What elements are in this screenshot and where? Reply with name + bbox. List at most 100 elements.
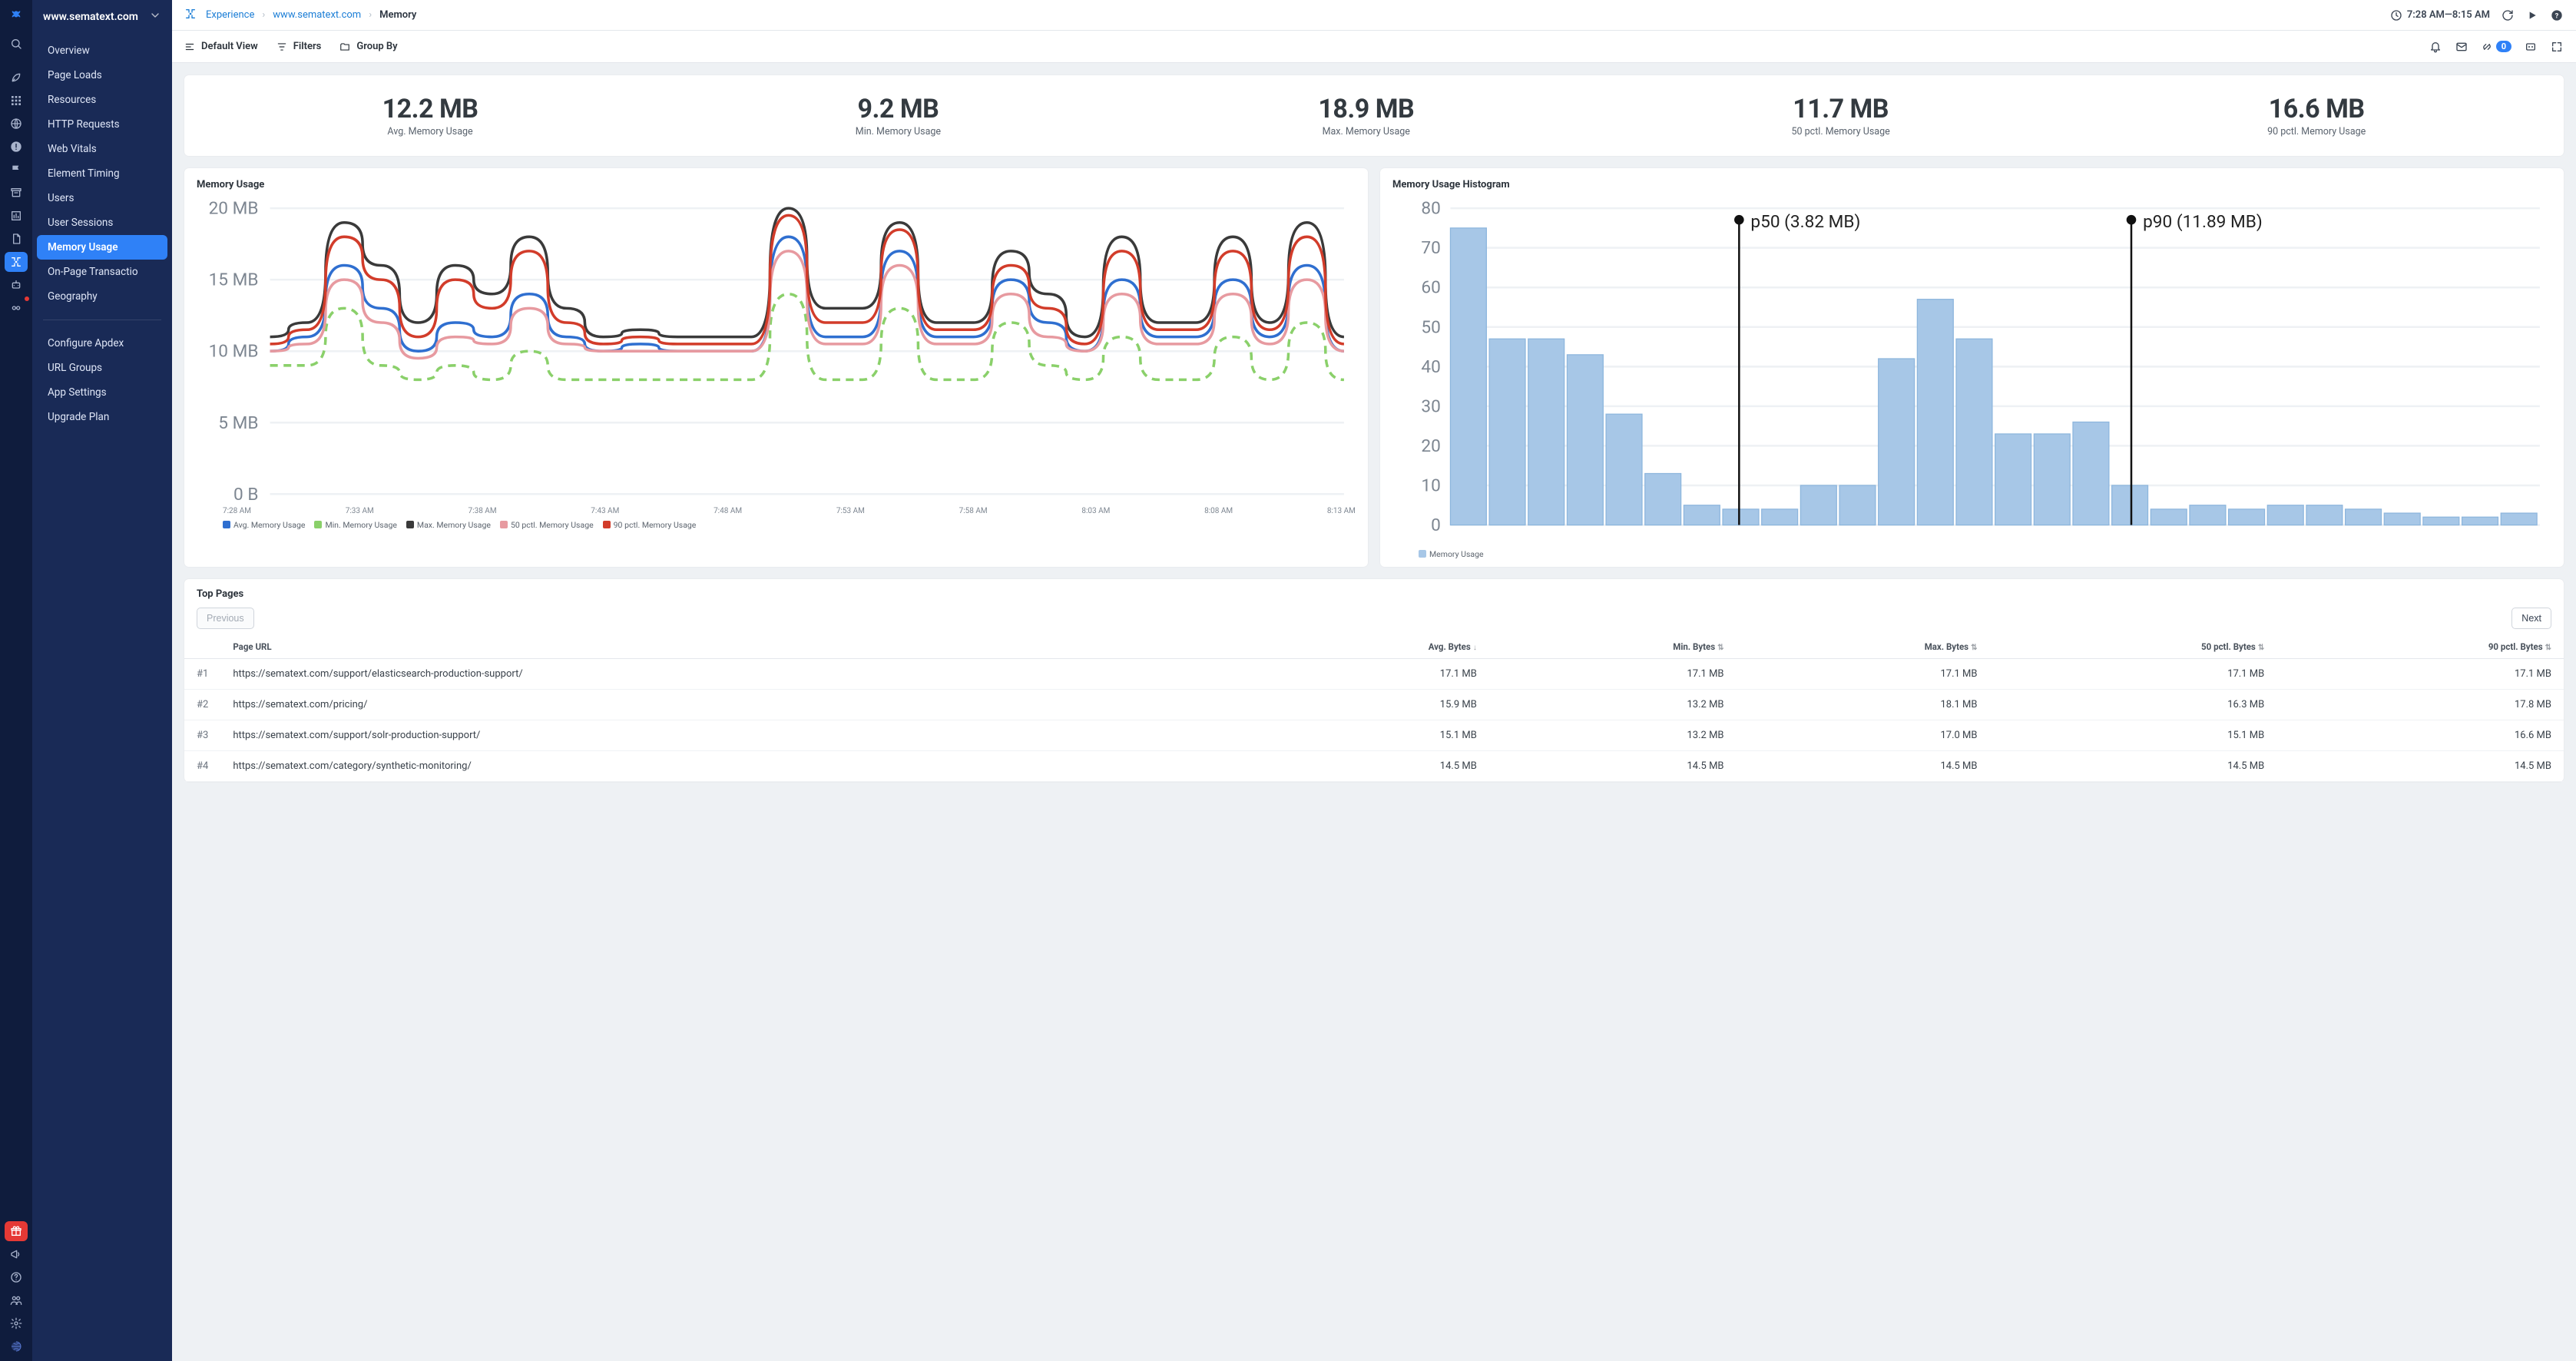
team-icon[interactable] bbox=[5, 1290, 28, 1310]
gear-icon[interactable] bbox=[5, 1313, 28, 1333]
column-header[interactable]: Avg. Bytes↓ bbox=[1250, 635, 1488, 659]
sidebar-item-memory-usage[interactable]: Memory Usage bbox=[37, 235, 167, 260]
net-icon[interactable] bbox=[5, 1336, 28, 1356]
expand-icon[interactable] bbox=[2550, 40, 2564, 54]
svg-text:p90 (11.89 MB): p90 (11.89 MB) bbox=[2143, 211, 2263, 232]
table-row[interactable]: #4https://sematext.com/category/syntheti… bbox=[184, 750, 2564, 781]
breadcrumbs: Experience › www.sematext.com › Memory bbox=[206, 9, 416, 21]
sidebar-item-geography[interactable]: Geography bbox=[37, 284, 167, 309]
kpi-value: 9.2 MB bbox=[858, 94, 939, 124]
disconnect-badge: 0 bbox=[2496, 41, 2511, 52]
kpi-value: 18.9 MB bbox=[1318, 94, 1414, 124]
apps-icon[interactable] bbox=[5, 91, 28, 111]
experience-icon[interactable] bbox=[5, 252, 28, 272]
kpi-label: Min. Memory Usage bbox=[856, 126, 941, 137]
crumb-current: Memory bbox=[379, 9, 416, 21]
synthetics-icon[interactable] bbox=[5, 298, 28, 318]
sidebar-item-element-timing[interactable]: Element Timing bbox=[37, 161, 167, 186]
sidebar-item-url-groups[interactable]: URL Groups bbox=[37, 356, 167, 380]
crumb-domain[interactable]: www.sematext.com bbox=[273, 9, 361, 21]
kpi: 9.2 MB Min. Memory Usage bbox=[856, 94, 941, 137]
table-row[interactable]: #2https://sematext.com/pricing/15.9 MB13… bbox=[184, 689, 2564, 720]
sidebar-item-overview[interactable]: Overview bbox=[37, 38, 167, 63]
histogram-card: Memory Usage Histogram 80706050403020100… bbox=[1380, 168, 2564, 567]
table-row[interactable]: #3https://sematext.com/support/solr-prod… bbox=[184, 720, 2564, 750]
column-header[interactable]: 90 pctl. Bytes⇅ bbox=[2276, 635, 2564, 659]
sidebar-item-resources[interactable]: Resources bbox=[37, 88, 167, 112]
refresh-icon[interactable] bbox=[2501, 8, 2515, 22]
svg-text:20 MB: 20 MB bbox=[209, 198, 259, 219]
breadcrumb-bar: Experience › www.sematext.com › Memory 7… bbox=[172, 0, 2576, 31]
time-range-label: 7:28 AM—8:15 AM bbox=[2407, 9, 2490, 21]
column-header[interactable] bbox=[184, 635, 220, 659]
svg-text:p50 (3.82 MB): p50 (3.82 MB) bbox=[1750, 211, 1860, 232]
top-pages-card: Top Pages Previous Next Page URLAvg. Byt… bbox=[184, 579, 2564, 782]
search-icon[interactable] bbox=[5, 34, 28, 54]
svg-text:40: 40 bbox=[1421, 356, 1440, 377]
previous-button[interactable]: Previous bbox=[197, 608, 254, 629]
column-header[interactable]: Max. Bytes⇅ bbox=[1737, 635, 1990, 659]
disconnect-status[interactable]: 0 bbox=[2481, 41, 2511, 53]
line-legend: Avg. Memory UsageMin. Memory UsageMax. M… bbox=[197, 515, 1356, 530]
group-by-button[interactable]: Group By bbox=[339, 41, 397, 52]
rocket-icon[interactable] bbox=[5, 68, 28, 88]
svg-text:60: 60 bbox=[1421, 277, 1440, 298]
agent-icon[interactable] bbox=[2524, 40, 2538, 54]
sidebar-item-upgrade-plan[interactable]: Upgrade Plan bbox=[37, 405, 167, 429]
time-range[interactable]: 7:28 AM—8:15 AM bbox=[2390, 9, 2490, 22]
sidebar-item-web-vitals[interactable]: Web Vitals bbox=[37, 137, 167, 161]
top-pages-title: Top Pages bbox=[184, 579, 2564, 600]
svg-text:50: 50 bbox=[1421, 316, 1440, 337]
sidebar-item-users[interactable]: Users bbox=[37, 186, 167, 210]
svg-text:?: ? bbox=[2555, 12, 2559, 20]
domain-selector[interactable]: www.sematext.com bbox=[32, 2, 172, 34]
next-button[interactable]: Next bbox=[2511, 608, 2551, 629]
kpi-label: 90 pctl. Memory Usage bbox=[2267, 126, 2366, 137]
svg-text:10 MB: 10 MB bbox=[209, 341, 259, 362]
svg-text:30: 30 bbox=[1421, 396, 1440, 416]
sidebar-item-user-sessions[interactable]: User Sessions bbox=[37, 210, 167, 235]
sidebar-item-on-page-transactio[interactable]: On-Page Transactio bbox=[37, 260, 167, 284]
sidebar-item-configure-apdex[interactable]: Configure Apdex bbox=[37, 331, 167, 356]
sidebar-item-app-settings[interactable]: App Settings bbox=[37, 380, 167, 405]
sidebar: www.sematext.com OverviewPage LoadsResou… bbox=[32, 0, 172, 1361]
default-view-label: Default View bbox=[201, 41, 258, 52]
svg-text:70: 70 bbox=[1421, 237, 1440, 258]
svg-text:10: 10 bbox=[1421, 475, 1440, 496]
sidebar-item-page-loads[interactable]: Page Loads bbox=[37, 63, 167, 88]
archive-icon[interactable] bbox=[5, 183, 28, 203]
reports-icon[interactable] bbox=[5, 206, 28, 226]
group-by-label: Group By bbox=[356, 41, 397, 52]
chart-title: Memory Usage Histogram bbox=[1392, 179, 2551, 190]
kpi: 16.6 MB90 pctl. Memory Usage bbox=[2267, 94, 2366, 137]
play-icon[interactable] bbox=[2525, 8, 2539, 22]
sidebar-item-http-requests[interactable]: HTTP Requests bbox=[37, 112, 167, 137]
kpi-label: 50 pctl. Memory Usage bbox=[1791, 126, 1889, 137]
gift-icon[interactable] bbox=[5, 1221, 28, 1241]
icon-rail bbox=[0, 0, 32, 1361]
default-view-button[interactable]: Default View bbox=[184, 41, 258, 52]
bell-icon[interactable] bbox=[2429, 40, 2442, 54]
crumb-root[interactable]: Experience bbox=[206, 9, 254, 21]
mail-icon[interactable] bbox=[2455, 40, 2468, 54]
kpi: 11.7 MB50 pctl. Memory Usage bbox=[1791, 94, 1889, 137]
globe-icon[interactable] bbox=[5, 114, 28, 134]
flag-icon[interactable] bbox=[5, 160, 28, 180]
kpi-label: Avg. Memory Usage bbox=[387, 126, 472, 137]
kpi-value: 12.2 MB bbox=[382, 94, 478, 124]
filters-button[interactable]: Filters bbox=[276, 41, 322, 52]
chevron-right-icon: › bbox=[369, 9, 372, 21]
column-header[interactable]: Min. Bytes⇅ bbox=[1489, 635, 1737, 659]
document-icon[interactable] bbox=[5, 229, 28, 249]
kpi-row: 12.2 MB Avg. Memory Usage 9.2 MB Min. Memor… bbox=[184, 75, 2564, 156]
alert-icon[interactable] bbox=[5, 137, 28, 157]
megaphone-icon[interactable] bbox=[5, 1244, 28, 1264]
column-header[interactable]: Page URL bbox=[220, 635, 1250, 659]
chevron-right-icon: › bbox=[262, 9, 265, 21]
table-row[interactable]: #1https://sematext.com/support/elasticse… bbox=[184, 658, 2564, 689]
help-icon[interactable] bbox=[5, 1267, 28, 1287]
help-filled-icon[interactable]: ? bbox=[2550, 8, 2564, 22]
column-header[interactable]: 50 pctl. Bytes⇅ bbox=[1989, 635, 2276, 659]
memory-usage-chart-card: Memory Usage 20 MB15 MB10 MB5 MB0 B 7:28… bbox=[184, 168, 1368, 567]
robot-icon[interactable] bbox=[5, 275, 28, 295]
